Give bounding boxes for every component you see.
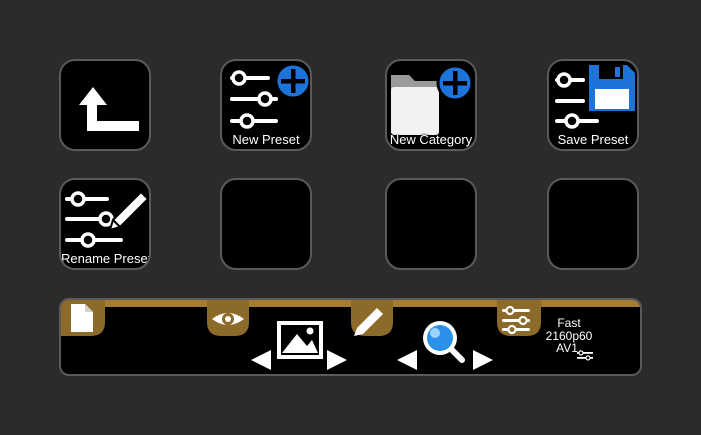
plus-icon bbox=[274, 62, 310, 100]
sliders-icon bbox=[577, 350, 593, 361]
image-icon bbox=[277, 321, 323, 359]
new-category-key[interactable]: New Category bbox=[385, 59, 477, 151]
floppy-disk-icon bbox=[589, 65, 635, 111]
sliders-icon bbox=[230, 70, 278, 129]
arrow-right-icon bbox=[473, 350, 493, 370]
empty-key-2[interactable] bbox=[385, 178, 477, 270]
folder-icon bbox=[391, 75, 439, 135]
new-preset-label: New Preset bbox=[232, 132, 300, 147]
magnifier-icon bbox=[423, 321, 465, 363]
back-arrow-icon bbox=[79, 87, 139, 131]
rename-preset-key[interactable]: Rename Preset bbox=[59, 178, 151, 270]
new-category-label: New Category bbox=[389, 132, 473, 147]
back-key[interactable] bbox=[59, 59, 151, 151]
rename-preset-label: Rename Preset bbox=[61, 251, 151, 266]
touchstrip[interactable]: Fast 2160p60 AV1 bbox=[59, 298, 642, 376]
new-preset-key[interactable]: New Preset bbox=[220, 59, 312, 151]
sliders-icon bbox=[502, 305, 530, 335]
pencil-icon bbox=[108, 190, 149, 232]
arrow-right-icon bbox=[327, 350, 347, 370]
arrow-left-icon bbox=[397, 350, 417, 370]
arrow-left-icon bbox=[251, 350, 271, 370]
status-codec: AV1 bbox=[556, 341, 578, 355]
save-preset-label: Save Preset bbox=[557, 132, 629, 147]
empty-key-1[interactable] bbox=[220, 178, 312, 270]
save-preset-key[interactable]: Save Preset bbox=[547, 59, 639, 151]
plus-icon bbox=[436, 64, 474, 102]
empty-key-3[interactable] bbox=[547, 178, 639, 270]
